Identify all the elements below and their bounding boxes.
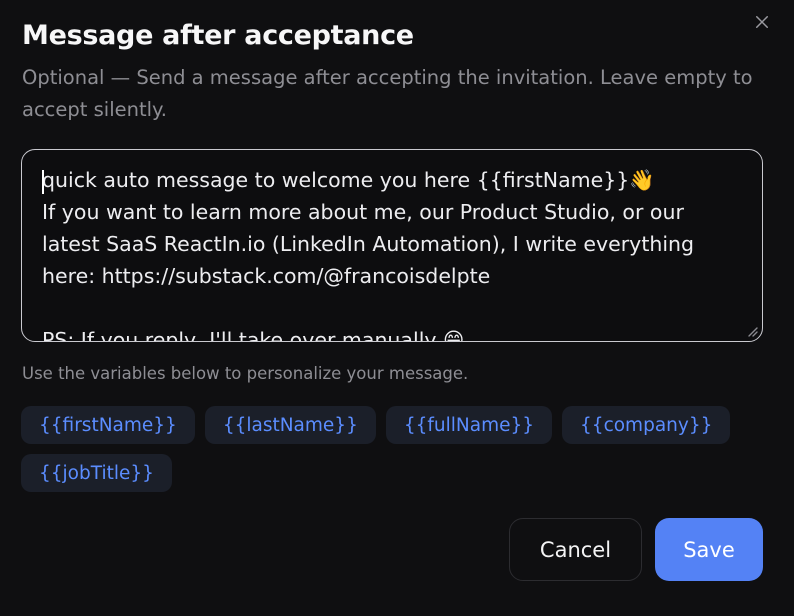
save-button[interactable]: Save bbox=[655, 518, 763, 581]
message-text[interactable]: quick auto message to welcome you here {… bbox=[42, 164, 740, 341]
variable-chip-firstname[interactable]: {{firstName}} bbox=[21, 406, 195, 444]
variable-chip-fullname[interactable]: {{fullName}} bbox=[385, 406, 553, 444]
variable-chip-jobtitle[interactable]: {{jobTitle}} bbox=[21, 454, 172, 492]
cancel-button[interactable]: Cancel bbox=[509, 518, 642, 581]
variables-hint: Use the variables below to personalize y… bbox=[22, 364, 469, 383]
dialog-subtitle: Optional — Send a message after acceptin… bbox=[22, 66, 753, 121]
variable-chip-lastname[interactable]: {{lastName}} bbox=[204, 406, 376, 444]
variable-chips: {{firstName}} {{lastName}} {{fullName}} … bbox=[21, 406, 741, 492]
close-button[interactable] bbox=[750, 10, 774, 34]
message-textarea[interactable]: quick auto message to welcome you here {… bbox=[21, 149, 763, 342]
variable-chip-company[interactable]: {{company}} bbox=[562, 406, 731, 444]
message-after-acceptance-dialog: Message after acceptance Optional — Send… bbox=[0, 0, 794, 616]
resize-handle-icon[interactable] bbox=[744, 323, 758, 337]
text-caret bbox=[42, 170, 44, 194]
close-icon bbox=[756, 16, 768, 28]
dialog-title: Message after acceptance bbox=[22, 20, 414, 51]
